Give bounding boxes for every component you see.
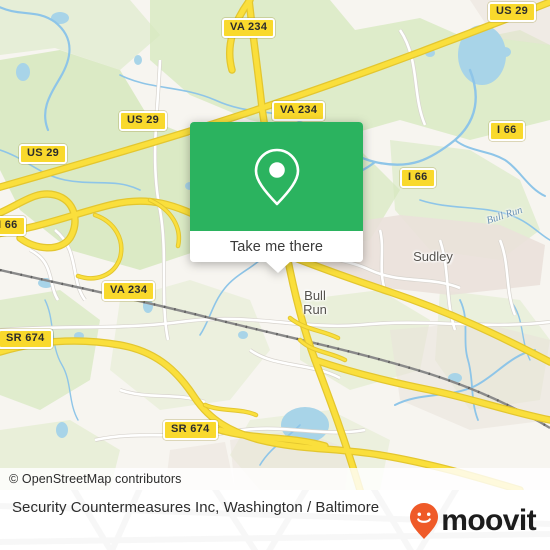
moovit-smiley-pin-icon xyxy=(410,503,439,539)
moovit-map-page: Sudley Bull Run Bull Run US 29 VA 234 VA… xyxy=(0,0,550,550)
map-attribution-bar: © OpenStreetMap contributors xyxy=(0,468,550,490)
map-pin-icon xyxy=(254,148,299,205)
popup-header xyxy=(190,122,363,231)
road-shield-va-234-upper[interactable]: VA 234 xyxy=(272,101,326,121)
road-shield-sr-674-bottom[interactable]: SR 674 xyxy=(163,420,218,440)
road-shield-us-29-left[interactable]: US 29 xyxy=(19,144,68,164)
moovit-brand[interactable]: moovit xyxy=(409,502,537,540)
road-shield-us-29-top[interactable]: US 29 xyxy=(488,2,537,22)
location-title: Security Countermeasures Inc, Washington… xyxy=(12,499,380,516)
popup-body: Take me there xyxy=(190,122,363,262)
take-me-there-label: Take me there xyxy=(229,238,324,255)
road-shield-sr-674-left[interactable]: SR 674 xyxy=(0,329,53,349)
popup-pointer-tail xyxy=(265,261,291,273)
location-popup-card[interactable]: Take me there xyxy=(190,122,363,273)
road-shield-va-234-lower[interactable]: VA 234 xyxy=(102,281,156,301)
road-shield-i-66-mid[interactable]: I 66 xyxy=(400,168,436,188)
moovit-wordmark: moovit xyxy=(441,504,536,537)
road-shield-us-29-mid[interactable]: US 29 xyxy=(119,111,168,131)
road-shield-i-66-right[interactable]: I 66 xyxy=(489,121,525,141)
osm-attribution-text: © OpenStreetMap contributors xyxy=(9,472,182,486)
road-shield-i-66-left[interactable]: I 66 xyxy=(0,216,26,236)
map-canvas[interactable]: Sudley Bull Run Bull Run US 29 VA 234 VA… xyxy=(0,0,550,490)
popup-action-row[interactable]: Take me there xyxy=(190,231,363,262)
road-shield-va-234-top[interactable]: VA 234 xyxy=(222,18,276,38)
